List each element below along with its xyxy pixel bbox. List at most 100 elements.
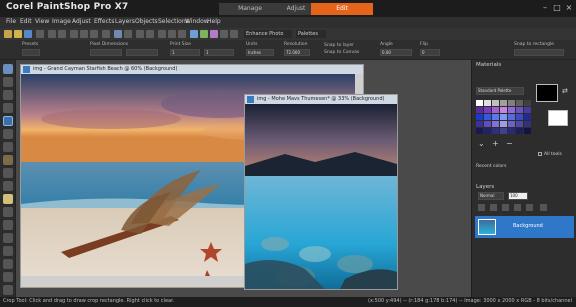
script-icon[interactable] xyxy=(220,30,228,38)
mask-icon[interactable] xyxy=(490,204,497,211)
redo-icon[interactable] xyxy=(58,30,66,38)
presets-dropdown[interactable] xyxy=(22,49,40,56)
resolution-field[interactable]: 72.000 xyxy=(284,49,310,56)
lock-icon[interactable] xyxy=(514,204,521,211)
enhance-photo-dropdown[interactable]: Enhance Photo xyxy=(244,30,292,38)
close-icon[interactable]: × xyxy=(564,3,574,13)
add-swatch-icon[interactable]: + xyxy=(492,140,500,148)
snap-canvas-check[interactable]: Snap to Canvas xyxy=(324,50,359,55)
foreground-color-swatch[interactable] xyxy=(536,84,558,102)
image-doc-icon xyxy=(23,66,30,73)
trash-icon[interactable] xyxy=(540,204,547,211)
pen-tool-icon[interactable] xyxy=(3,259,13,269)
resize-icon[interactable] xyxy=(114,30,122,38)
scratch-remover-icon[interactable] xyxy=(3,181,13,191)
background-color-swatch[interactable] xyxy=(548,110,568,126)
all-tools-label: All tools xyxy=(544,152,562,157)
smart-fix-icon[interactable] xyxy=(190,30,198,38)
palette-menu-icon[interactable]: ⌄ xyxy=(478,140,486,148)
opacity-field[interactable]: 100 xyxy=(508,192,528,200)
save-icon[interactable] xyxy=(24,30,32,38)
one-step-fix-icon[interactable] xyxy=(200,30,208,38)
minimize-icon[interactable]: – xyxy=(540,3,550,13)
menu-adjust[interactable]: Adjust xyxy=(72,18,91,25)
swap-colors-icon[interactable]: ⇄ xyxy=(562,87,570,95)
print-width-field[interactable]: 1 xyxy=(170,49,200,56)
all-tools-checkbox[interactable] xyxy=(538,152,542,156)
menu-image[interactable]: Image xyxy=(52,18,71,25)
pick-tool-icon[interactable] xyxy=(3,90,13,100)
image-window-titlebar[interactable]: img - Mohe Mavs Thumesen* @ 33% (Backgro… xyxy=(245,95,397,104)
pixel-height-field[interactable] xyxy=(126,49,158,56)
fill-tool-icon[interactable] xyxy=(3,220,13,230)
dropper-tool-icon[interactable] xyxy=(3,142,13,152)
browse-icon[interactable] xyxy=(102,30,110,38)
units-dropdown[interactable]: Inches xyxy=(246,49,274,56)
crop-tool-icon[interactable] xyxy=(3,116,13,126)
paint-brush-icon[interactable] xyxy=(3,194,13,204)
app-title: Corel PaintShop Pro X7 xyxy=(6,2,129,12)
zoom-out-icon[interactable] xyxy=(168,30,176,38)
undo-icon[interactable] xyxy=(48,30,56,38)
fit-icon[interactable] xyxy=(178,30,186,38)
snap-rectangle-field[interactable] xyxy=(514,49,564,56)
blend-mode-dropdown[interactable]: Normal xyxy=(478,192,504,200)
warp-tool-icon[interactable] xyxy=(3,272,13,282)
more-tools-icon[interactable] xyxy=(3,285,13,295)
menu-effects[interactable]: Effects xyxy=(94,18,114,25)
menu-layers[interactable]: Layers xyxy=(115,18,135,25)
open-folder-icon[interactable] xyxy=(14,30,22,38)
menu-window[interactable]: Window xyxy=(185,18,209,25)
copy-icon[interactable] xyxy=(80,30,88,38)
image-window-lake[interactable]: img - Mohe Mavs Thumesen* @ 33% (Backgro… xyxy=(244,94,398,290)
zoom-in-icon[interactable] xyxy=(158,30,166,38)
red-eye-tool-icon[interactable] xyxy=(3,155,13,165)
canvas-size-icon[interactable] xyxy=(124,30,132,38)
paste-icon[interactable] xyxy=(90,30,98,38)
status-bar: Crop Tool: Click and drag to draw crop r… xyxy=(0,297,576,307)
crop-icon[interactable] xyxy=(136,30,144,38)
rotate-icon[interactable] xyxy=(146,30,154,38)
makeover-icon[interactable] xyxy=(210,30,218,38)
angle-field[interactable]: 0.00 xyxy=(380,49,412,56)
straighten-tool-icon[interactable] xyxy=(3,129,13,139)
eraser-tool-icon[interactable] xyxy=(3,207,13,217)
zoom-tool-icon[interactable] xyxy=(3,77,13,87)
new-layer-icon[interactable] xyxy=(478,204,485,211)
lake-photo xyxy=(245,104,397,289)
menu-help[interactable]: Help xyxy=(207,18,221,25)
menu-edit[interactable]: Edit xyxy=(20,18,32,25)
units-label: Units xyxy=(246,42,258,47)
menu-bar: File Edit View Image Adjust Effects Laye… xyxy=(0,17,576,28)
run-script-icon[interactable] xyxy=(230,30,238,38)
cut-icon[interactable] xyxy=(70,30,78,38)
print-height-field[interactable]: 1 xyxy=(204,49,234,56)
shape-tool-icon[interactable] xyxy=(3,246,13,256)
flip-field[interactable]: 0 xyxy=(420,49,440,56)
layer-row-background[interactable]: Background xyxy=(475,216,574,238)
snap-layer-check[interactable]: Snap to layer xyxy=(324,43,354,48)
tool-options-bar: Presets Pixel Dimensions Print Size 1 1 … xyxy=(0,40,576,60)
materials-palette-dropdown[interactable]: Standard Palette xyxy=(476,87,524,95)
print-icon[interactable] xyxy=(36,30,44,38)
tab-edit[interactable]: Edit xyxy=(311,3,373,15)
pan-tool-icon[interactable] xyxy=(3,64,13,74)
palettes-dropdown[interactable]: Palettes xyxy=(296,30,326,38)
app-window: Corel PaintShop Pro X7 Manage Adjust Edi… xyxy=(0,0,576,307)
pixel-width-field[interactable] xyxy=(90,49,122,56)
menu-objects[interactable]: Objects xyxy=(135,18,158,25)
image-window-titlebar[interactable]: img - Grand Cayman Starfish Beach @ 60% … xyxy=(21,65,363,74)
pixel-dimensions-label: Pixel Dimensions xyxy=(90,42,129,47)
menu-file[interactable]: File xyxy=(6,18,16,25)
menu-view[interactable]: View xyxy=(35,18,49,25)
layer-actions xyxy=(478,204,570,212)
visibility-icon[interactable] xyxy=(526,204,533,211)
selection-tool-icon[interactable] xyxy=(3,103,13,113)
clone-tool-icon[interactable] xyxy=(3,168,13,178)
new-file-icon[interactable] xyxy=(4,30,12,38)
link-icon[interactable] xyxy=(502,204,509,211)
text-tool-icon[interactable] xyxy=(3,233,13,243)
remove-swatch-icon[interactable]: − xyxy=(506,140,514,148)
maximize-icon[interactable]: □ xyxy=(552,3,562,13)
angle-label: Angle xyxy=(380,42,393,47)
